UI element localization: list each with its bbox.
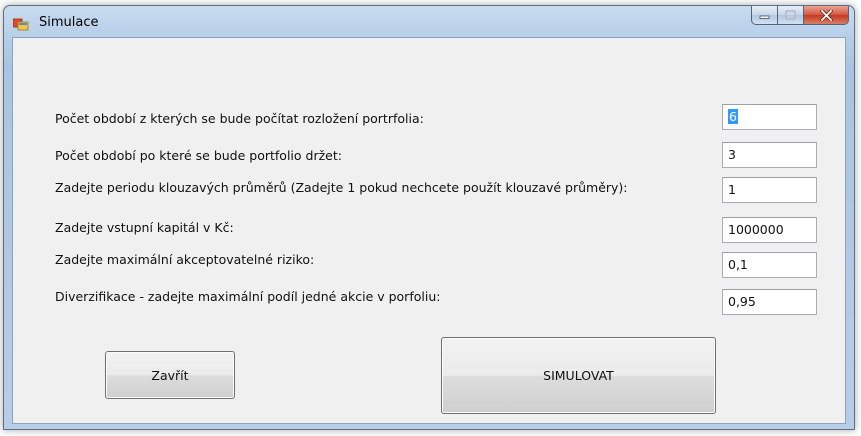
close-window-button[interactable] <box>804 6 849 25</box>
maximize-icon <box>785 10 796 20</box>
field-label-periods-hold: Počet období po které se bude portfolio … <box>55 148 342 163</box>
close-button[interactable]: Zavřít <box>105 351 235 399</box>
form-area: Počet období z kterých se bude počítat r… <box>12 37 846 424</box>
window-controls <box>751 6 849 26</box>
field-label-capital: Zadejte vstupní kapitál v Kč: <box>55 220 234 235</box>
minimize-button[interactable] <box>751 6 778 25</box>
field-label-max-risk: Zadejte maximální akceptovatelné riziko: <box>55 252 315 267</box>
periods-calc-input[interactable]: 6 <box>722 104 817 130</box>
simulation-window: Simulace Počet období z kterých se bude … <box>3 5 855 430</box>
simulate-button[interactable]: SIMULOVAT <box>441 337 716 414</box>
diversification-input[interactable]: 0,95 <box>722 289 817 315</box>
field-label-moving-average: Zadejte periodu klouzavých průměrů (Zade… <box>55 180 628 195</box>
close-icon <box>819 9 833 21</box>
minimize-icon <box>759 15 770 19</box>
window-title: Simulace <box>39 15 99 30</box>
field-label-periods-calc: Počet období z kterých se bude počítat r… <box>55 111 424 126</box>
moving-average-input[interactable]: 1 <box>722 177 817 203</box>
periods-hold-input[interactable]: 3 <box>722 142 817 168</box>
periods-calc-value: 6 <box>728 109 738 124</box>
capital-input[interactable]: 1000000 <box>722 217 817 243</box>
maximize-button[interactable] <box>778 6 804 25</box>
field-label-diversification: Diverzifikace - zadejte maximální podíl … <box>55 289 441 304</box>
title-bar[interactable]: Simulace <box>4 6 854 39</box>
app-icon[interactable] <box>12 16 29 31</box>
max-risk-input[interactable]: 0,1 <box>722 252 817 278</box>
